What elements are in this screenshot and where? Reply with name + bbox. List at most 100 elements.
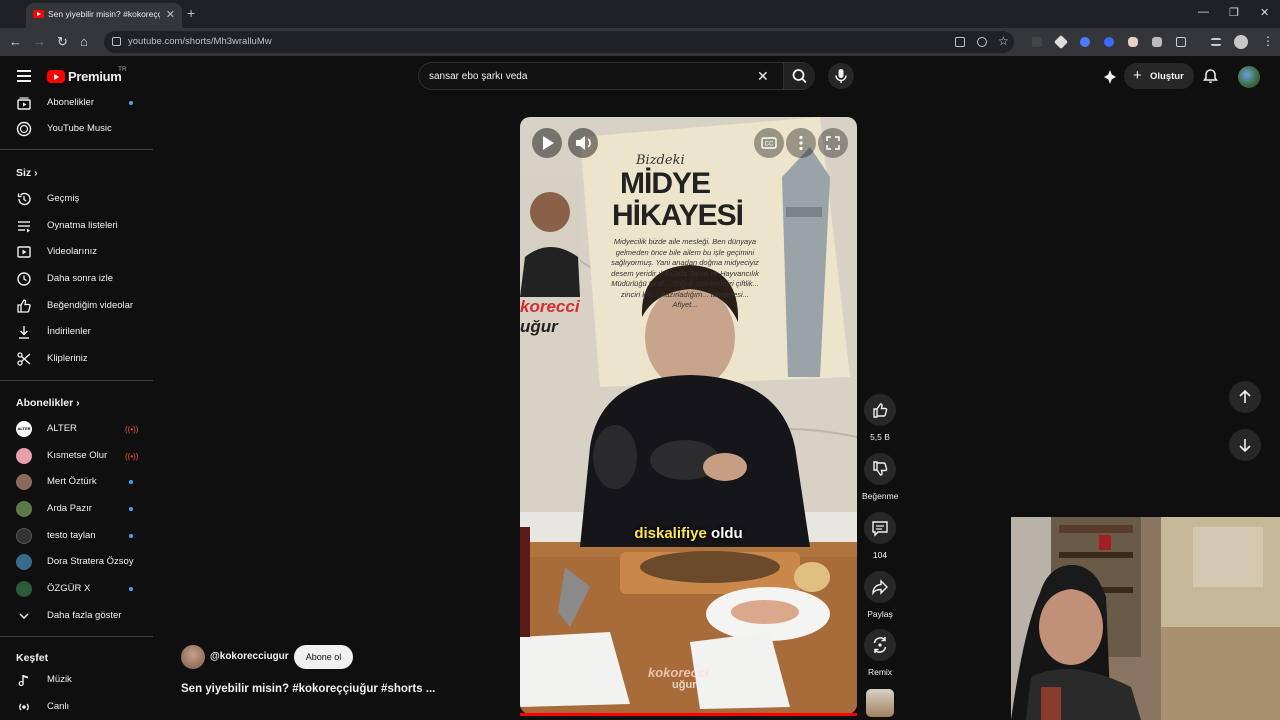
extension-icon[interactable] xyxy=(1128,37,1138,47)
sidebar-item-youtube-music[interactable]: YouTube Music xyxy=(0,117,153,141)
plus-icon: + xyxy=(1133,67,1142,84)
closed-captions-icon: CC xyxy=(761,137,777,149)
extension-icon[interactable] xyxy=(1032,37,1042,47)
show-more-label: Daha fazla göster xyxy=(47,610,122,621)
sidebar-item-liked-videos[interactable]: Beğendiğim videolar xyxy=(0,294,153,318)
sidebar-item-playlists[interactable]: Oynatma listeleri xyxy=(0,214,153,238)
sidebar-item-label: İndirilenler xyxy=(47,326,91,337)
more-options-button[interactable] xyxy=(786,128,816,158)
bookmark-star-icon[interactable]: ☆ xyxy=(998,34,1009,48)
tab-close-icon[interactable]: ✕ xyxy=(166,8,175,21)
install-app-icon[interactable] xyxy=(955,37,965,47)
sidebar-item-subscriptions[interactable]: Abonelikler xyxy=(0,91,153,115)
sparkle-icon[interactable] xyxy=(1102,69,1118,85)
share-label: Paylaş xyxy=(867,609,893,619)
sidebar-item-live[interactable]: Canlı xyxy=(0,695,153,719)
extension-icon[interactable] xyxy=(1053,34,1069,50)
captions-button[interactable]: CC xyxy=(754,128,784,158)
arrow-up-icon xyxy=(1239,389,1251,403)
dislike-button[interactable]: Beğenme xyxy=(862,453,898,501)
profile-avatar-icon[interactable] xyxy=(1234,35,1248,49)
home-icon[interactable]: ⌂ xyxy=(80,34,88,49)
chevron-down-icon xyxy=(19,613,29,620)
channel-name[interactable]: @kokorecciugur xyxy=(210,651,289,662)
sidebar-item-music[interactable]: Müzik xyxy=(0,668,153,692)
minimize-icon[interactable]: — xyxy=(1198,6,1209,18)
extension-icon[interactable] xyxy=(1080,37,1090,47)
account-avatar[interactable] xyxy=(1238,66,1260,88)
sidebar-subscription-arda-pazir[interactable]: Arda Pazır xyxy=(0,497,153,521)
new-content-dot xyxy=(129,534,133,538)
forward-icon[interactable]: → xyxy=(33,34,46,49)
subscriptions-section-heading[interactable]: Abonelikler › xyxy=(16,397,80,409)
sidebar-subscription-alter[interactable]: ALTER ALTER ((•)) xyxy=(0,417,153,441)
back-icon[interactable]: ← xyxy=(9,34,22,49)
play-button[interactable] xyxy=(532,128,562,158)
extensions-puzzle-icon[interactable] xyxy=(1176,37,1186,47)
clear-search-icon[interactable]: ✕ xyxy=(757,68,769,85)
volume-button[interactable] xyxy=(568,128,598,158)
show-more-button[interactable]: Daha fazla göster xyxy=(0,604,153,628)
sidebar-subscription-kismetse-olur[interactable]: Kısmetse Olur ((•)) xyxy=(0,444,153,468)
playlist-icon xyxy=(18,221,30,233)
sidebar-item-label: Beğendiğim videolar xyxy=(47,300,134,311)
sidebar-item-history[interactable]: Geçmiş xyxy=(0,187,153,211)
search-button[interactable] xyxy=(783,63,815,89)
region-code: TR xyxy=(118,66,127,73)
dislike-label: Beğenme xyxy=(862,491,899,501)
previous-short-button[interactable] xyxy=(1229,381,1261,413)
share-icon xyxy=(872,579,888,596)
avatar xyxy=(16,501,32,517)
remix-button[interactable]: Remix xyxy=(862,629,898,677)
shorts-video-player[interactable]: Bizdeki MİDYE HİKAYESİ Midyecilik bizde … xyxy=(520,117,857,714)
voice-search-button[interactable] xyxy=(828,63,854,89)
sidebar-subscription-ozgur-x[interactable]: ÖZGÜR X xyxy=(0,577,153,601)
fullscreen-button[interactable] xyxy=(818,128,848,158)
extension-icon[interactable] xyxy=(1152,37,1162,47)
sound-thumbnail[interactable] xyxy=(866,689,894,717)
new-content-dot xyxy=(129,480,133,484)
site-info-icon[interactable] xyxy=(112,37,121,46)
sidebar-item-watch-later[interactable]: Daha sonra izle xyxy=(0,267,153,291)
avatar xyxy=(16,448,32,464)
sidebar-item-your-videos[interactable]: Videolarınız xyxy=(0,240,153,264)
subscription-name: Arda Pazır xyxy=(47,503,92,514)
like-button[interactable]: 5,5 B xyxy=(862,394,898,442)
subscription-name: Dora Stratera Özsoy xyxy=(47,556,134,567)
watch-later-icon xyxy=(17,272,31,286)
share-button[interactable]: Paylaş xyxy=(862,571,898,619)
restore-icon[interactable]: ❐ xyxy=(1229,6,1239,19)
browser-tab[interactable]: Sen yiyebilir misin? #kokoreççiuğ ✕ xyxy=(26,3,182,28)
channel-avatar[interactable] xyxy=(181,645,205,669)
notifications-bell-icon[interactable] xyxy=(1202,68,1219,85)
subscribe-button[interactable]: Abone ol xyxy=(294,645,353,669)
eye-off-icon[interactable] xyxy=(977,37,987,47)
play-icon xyxy=(543,136,554,150)
browser-menu-icon[interactable]: ⋮ xyxy=(1262,34,1274,48)
media-control-icon[interactable] xyxy=(1211,38,1221,46)
sidebar-subscription-dora-stratera-ozsoy[interactable]: Dora Stratera Özsoy xyxy=(0,550,153,574)
extension-icon[interactable] xyxy=(1104,37,1114,47)
sidebar-item-downloads[interactable]: İndirilenler xyxy=(0,320,153,344)
next-short-button[interactable] xyxy=(1229,429,1261,461)
menu-icon[interactable] xyxy=(17,70,31,85)
video-progress-bar[interactable] xyxy=(520,713,857,716)
address-bar[interactable]: youtube.com/shorts/Mh3wralluMw xyxy=(104,31,1014,53)
subscription-name: Kısmetse Olur xyxy=(47,450,108,461)
search-input[interactable]: sansar ebo şarkı veda xyxy=(429,71,527,82)
sidebar-subscription-mert-ozturk[interactable]: Mert Öztürk xyxy=(0,470,153,494)
create-button[interactable]: + Oluştur xyxy=(1124,63,1194,89)
reload-icon[interactable]: ↻ xyxy=(57,34,68,50)
sidebar-subscription-testo-taylan[interactable]: testo taylan xyxy=(0,524,153,548)
window-close-icon[interactable]: ✕ xyxy=(1260,6,1269,19)
remix-label: Remix xyxy=(867,667,893,677)
youtube-logo-icon xyxy=(47,70,65,83)
search-icon xyxy=(792,69,807,84)
sidebar-item-label: Müzik xyxy=(47,674,72,685)
new-tab-icon[interactable]: + xyxy=(187,5,195,21)
video-title[interactable]: Sen yiyebilir misin? #kokoreççiuğur #sho… xyxy=(181,683,435,695)
sidebar-item-clips[interactable]: Klipleriniz xyxy=(0,347,153,371)
you-section-heading[interactable]: Siz › xyxy=(16,167,38,179)
search-box[interactable]: sansar ebo şarkı veda ✕ xyxy=(418,62,815,90)
comments-button[interactable]: 104 xyxy=(862,512,898,560)
